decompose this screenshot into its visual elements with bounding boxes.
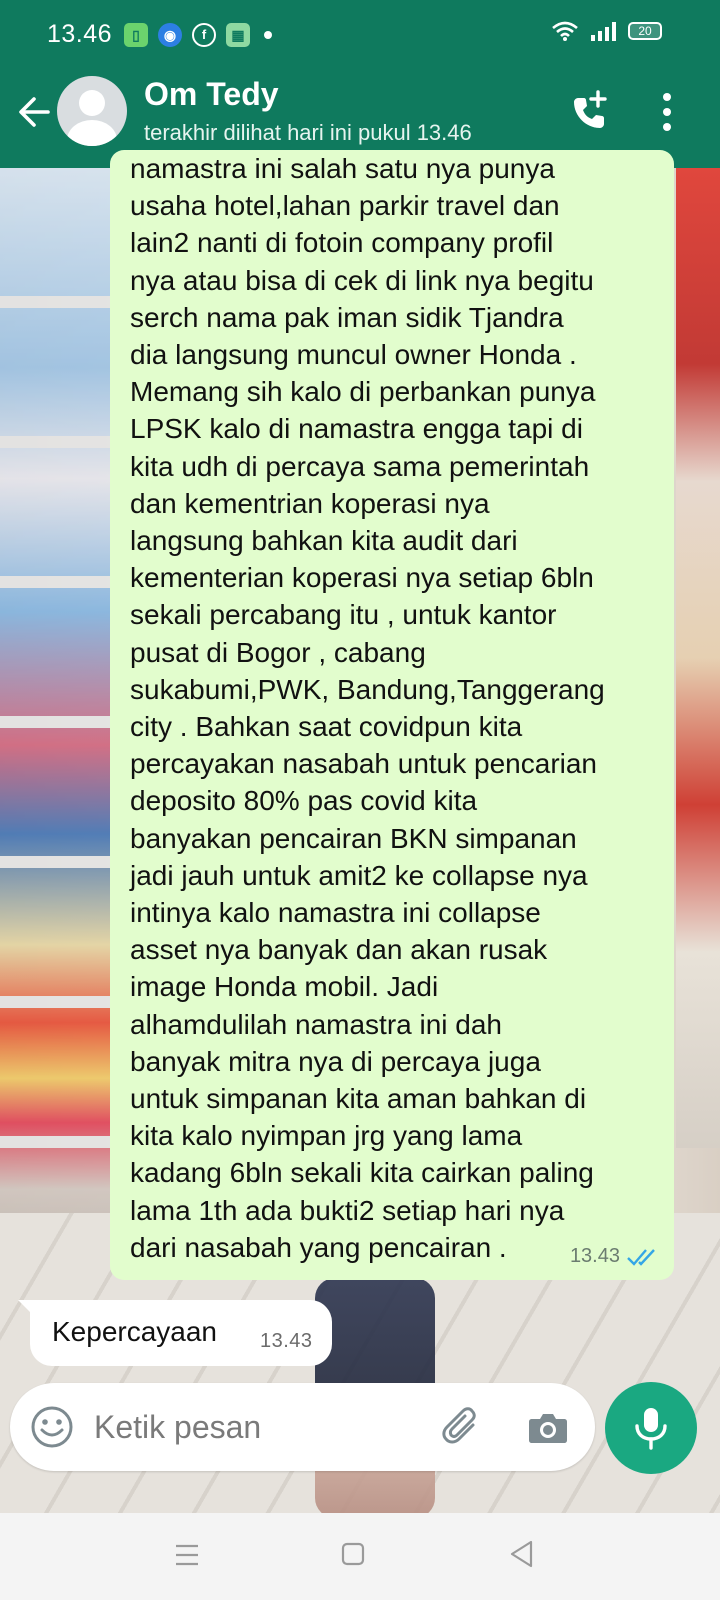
message-text: Kepercayaan	[52, 1316, 218, 1347]
back-arrow-icon[interactable]	[14, 92, 54, 132]
status-system-icons: 20	[552, 21, 662, 41]
messenger-icon: ◉	[158, 23, 182, 47]
emoji-icon[interactable]	[30, 1405, 74, 1449]
status-time: 13.46	[47, 20, 113, 48]
avatar[interactable]	[57, 76, 127, 146]
wallpaper-shelf-left	[0, 168, 110, 1278]
more-vert-icon[interactable]	[660, 92, 674, 132]
last-seen-status[interactable]: terakhir dilihat hari ini pukul 13.46	[144, 120, 472, 146]
camera-icon[interactable]	[526, 1405, 570, 1449]
avatar-body	[67, 120, 117, 146]
attach-icon[interactable]	[440, 1405, 484, 1449]
message-input[interactable]	[94, 1405, 394, 1449]
back-triangle-icon[interactable]	[508, 1539, 534, 1569]
gallery-icon: ▦	[226, 23, 250, 47]
avatar-head	[79, 90, 105, 116]
system-nav-bar	[0, 1513, 720, 1600]
contact-name[interactable]: Om Tedy	[144, 76, 279, 113]
message-time: 13.43	[569, 1245, 620, 1267]
incoming-message[interactable]: Kepercayaan 13.43	[18, 1300, 332, 1366]
message-text: namastra ini salah satu nya punya usaha …	[130, 153, 605, 1263]
battery-icon: 20	[628, 22, 662, 40]
signal-icon	[591, 22, 616, 41]
read-ticks-icon	[627, 1248, 655, 1266]
voice-message-button[interactable]	[605, 1382, 697, 1474]
app-icon: ▯	[124, 23, 148, 47]
message-input-bar	[10, 1383, 595, 1471]
add-call-icon[interactable]	[566, 88, 614, 136]
home-icon[interactable]	[341, 1541, 365, 1567]
message-meta: 13.43	[570, 1245, 660, 1268]
status-bar: 13.46 ▯ ◉ f ▦ 20	[0, 0, 720, 70]
mic-icon	[635, 1408, 667, 1450]
outgoing-message[interactable]: namastra ini salah satu nya punya usaha …	[110, 150, 674, 1280]
message-time: 13.43	[260, 1330, 313, 1352]
recent-apps-icon[interactable]	[174, 1543, 200, 1567]
facebook-icon: f	[192, 23, 216, 47]
wallpaper-shelf-right	[676, 168, 720, 1148]
notification-dot	[264, 31, 272, 39]
status-notification-icons: ▯ ◉ f ▦	[124, 23, 272, 47]
wifi-icon	[552, 21, 578, 41]
